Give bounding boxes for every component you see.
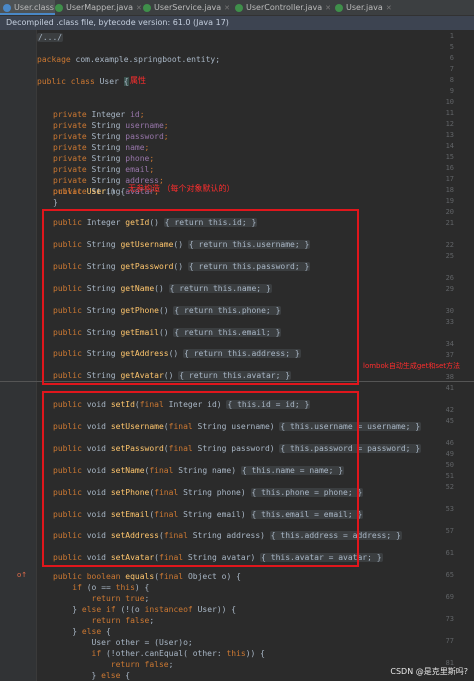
getter-highlight-box	[42, 209, 359, 385]
class-declaration: public class User {	[37, 77, 129, 86]
equals-code-line: return false;	[91, 616, 155, 625]
override-icon[interactable]: o↑	[17, 571, 27, 579]
equals-code-line: User other = (User)o;	[91, 638, 193, 647]
class-file-icon	[143, 3, 151, 12]
watermark: CSDN @是克里斯吗?	[390, 667, 468, 676]
line-number-gutter	[0, 30, 37, 681]
equals-code-line: } else {	[53, 671, 131, 680]
equals-code-line: public boolean equals(final Object o) {	[53, 572, 241, 581]
tab-usermapper[interactable]: UserMapper.java ✕	[52, 0, 143, 15]
close-icon[interactable]: ✕	[325, 4, 331, 12]
close-icon[interactable]: ✕	[386, 4, 392, 12]
equals-code-line: } else {	[53, 627, 111, 636]
field-declaration: private String email;	[53, 165, 155, 174]
setter-highlight-box	[42, 391, 359, 567]
tab-userservice[interactable]: UserService.java ✕	[140, 0, 235, 15]
equals-code-line: if (!other.canEqual( other: this)) {	[91, 649, 265, 658]
interface-file-icon	[55, 3, 63, 12]
tab-usercontroller[interactable]: UserController.java ✕	[232, 0, 335, 15]
package-line: package com.example.springboot.entity;	[37, 55, 221, 64]
editor-tab-bar: User.class✕ UserMapper.java✕ UserService…	[0, 0, 474, 16]
class-file-icon	[3, 3, 11, 12]
field-declaration: private String phone;	[53, 154, 155, 163]
decompiled-banner: Decompiled .class file, bytecode version…	[0, 16, 474, 30]
class-file-icon	[235, 3, 243, 12]
equals-code-line: return false;	[110, 660, 174, 669]
equals-code-line: } else if (!(o instanceof User)) {	[53, 605, 237, 614]
tab-user-java[interactable]: User.java ✕	[332, 0, 405, 15]
constructor-line: public User() {	[53, 187, 126, 196]
class-file-icon	[335, 3, 343, 12]
annotation-attributes: 属性	[130, 76, 146, 85]
field-declaration: private String username;	[53, 121, 169, 130]
field-declaration: private String password;	[53, 132, 169, 141]
folded-header[interactable]: /.../	[37, 32, 64, 43]
equals-code-line: if (o == this) {	[72, 583, 150, 592]
equals-code-line: return true;	[91, 594, 150, 603]
annotation-lombok: lombok自动生成get和set方法	[363, 362, 461, 370]
tab-user-class[interactable]: User.class✕	[0, 0, 63, 15]
annotation-constructor: 无参构造 （每个对象默认的）	[128, 184, 235, 193]
field-declaration: private String name;	[53, 143, 150, 152]
constructor-close: }	[53, 198, 58, 207]
close-icon[interactable]: ✕	[224, 4, 230, 12]
field-declaration: private Integer id;	[53, 110, 145, 119]
